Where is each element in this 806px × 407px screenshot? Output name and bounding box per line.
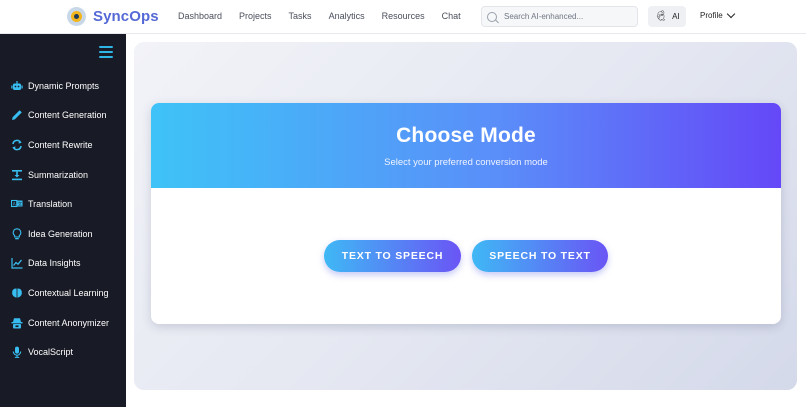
main-nav: Dashboard Projects Tasks Analytics Resou… xyxy=(178,11,461,21)
nav-tasks[interactable]: Tasks xyxy=(289,11,312,21)
sidebar-item-label: Content Rewrite xyxy=(28,139,93,150)
nav-chat[interactable]: Chat xyxy=(442,11,461,21)
sidebar-item-label: Data Insights xyxy=(28,258,81,269)
sidebar-list: Dynamic Prompts Content Generation Conte… xyxy=(0,71,126,367)
mode-card: Choose Mode Select your preferred conver… xyxy=(151,103,781,324)
nav-resources[interactable]: Resources xyxy=(382,11,425,21)
profile-label: Profile xyxy=(700,11,723,20)
ai-figure-icon: 🕺︎ xyxy=(654,10,668,22)
incognito-icon xyxy=(10,316,23,329)
refresh-icon xyxy=(10,138,23,151)
sidebar-item-content-rewrite[interactable]: Content Rewrite xyxy=(0,130,126,160)
pen-icon xyxy=(10,109,23,122)
text-to-speech-button[interactable]: TEXT TO SPEECH xyxy=(324,240,461,272)
menu-toggle-icon[interactable] xyxy=(99,46,113,58)
page-title: Choose Mode xyxy=(396,124,536,147)
robot-icon xyxy=(10,79,23,92)
summarize-icon xyxy=(10,168,23,181)
search-icon xyxy=(487,11,497,22)
sidebar-item-label: Idea Generation xyxy=(28,228,93,239)
mode-card-header: Choose Mode Select your preferred conver… xyxy=(151,103,781,188)
lightbulb-icon xyxy=(10,227,23,240)
nav-dashboard[interactable]: Dashboard xyxy=(178,11,222,21)
sidebar-item-data-insights[interactable]: Data Insights xyxy=(0,249,126,279)
svg-text:文: 文 xyxy=(17,201,22,208)
chart-line-icon xyxy=(10,257,23,270)
sidebar-item-label: Content Generation xyxy=(28,110,107,121)
search-input[interactable] xyxy=(504,12,629,21)
sidebar-item-content-anonymizer[interactable]: Content Anonymizer xyxy=(0,308,126,338)
top-navbar: SyncOps Dashboard Projects Tasks Analyti… xyxy=(0,0,806,34)
syncops-logo-icon xyxy=(67,7,86,26)
nav-analytics[interactable]: Analytics xyxy=(329,11,365,21)
profile-menu[interactable]: Profile xyxy=(700,9,735,20)
sidebar-item-summarization[interactable]: Summarization xyxy=(0,160,126,190)
sidebar-item-translation[interactable]: A文 Translation xyxy=(0,189,126,219)
sidebar-item-label: Contextual Learning xyxy=(28,287,109,298)
sidebar-item-contextual-learning[interactable]: Contextual Learning xyxy=(0,278,126,308)
sidebar: Dynamic Prompts Content Generation Conte… xyxy=(0,34,126,407)
ai-button[interactable]: 🕺︎ AI xyxy=(648,6,686,27)
page-subtitle: Select your preferred conversion mode xyxy=(384,157,548,168)
sidebar-item-label: Content Anonymizer xyxy=(28,317,110,328)
brand[interactable]: SyncOps xyxy=(67,7,159,26)
nav-projects[interactable]: Projects xyxy=(239,11,272,21)
chevron-down-icon xyxy=(726,9,735,19)
sidebar-item-content-generation[interactable]: Content Generation xyxy=(0,101,126,131)
translate-icon: A文 xyxy=(10,198,23,211)
sidebar-item-label: VocalScript xyxy=(28,347,74,358)
search-box xyxy=(481,6,638,27)
speech-to-text-button[interactable]: SPEECH TO TEXT xyxy=(472,240,608,272)
sidebar-item-label: Summarization xyxy=(28,169,89,180)
sidebar-item-vocalscript[interactable]: VocalScript xyxy=(0,337,126,367)
sidebar-item-label: Translation xyxy=(28,199,73,210)
brain-icon xyxy=(10,286,23,299)
sidebar-item-label: Dynamic Prompts xyxy=(28,80,100,91)
sidebar-item-idea-generation[interactable]: Idea Generation xyxy=(0,219,126,249)
sidebar-item-dynamic-prompts[interactable]: Dynamic Prompts xyxy=(0,71,126,101)
brand-name: SyncOps xyxy=(93,8,159,25)
mode-buttons: TEXT TO SPEECH SPEECH TO TEXT xyxy=(151,240,781,272)
microphone-icon xyxy=(10,346,23,359)
ai-label: AI xyxy=(672,12,680,21)
